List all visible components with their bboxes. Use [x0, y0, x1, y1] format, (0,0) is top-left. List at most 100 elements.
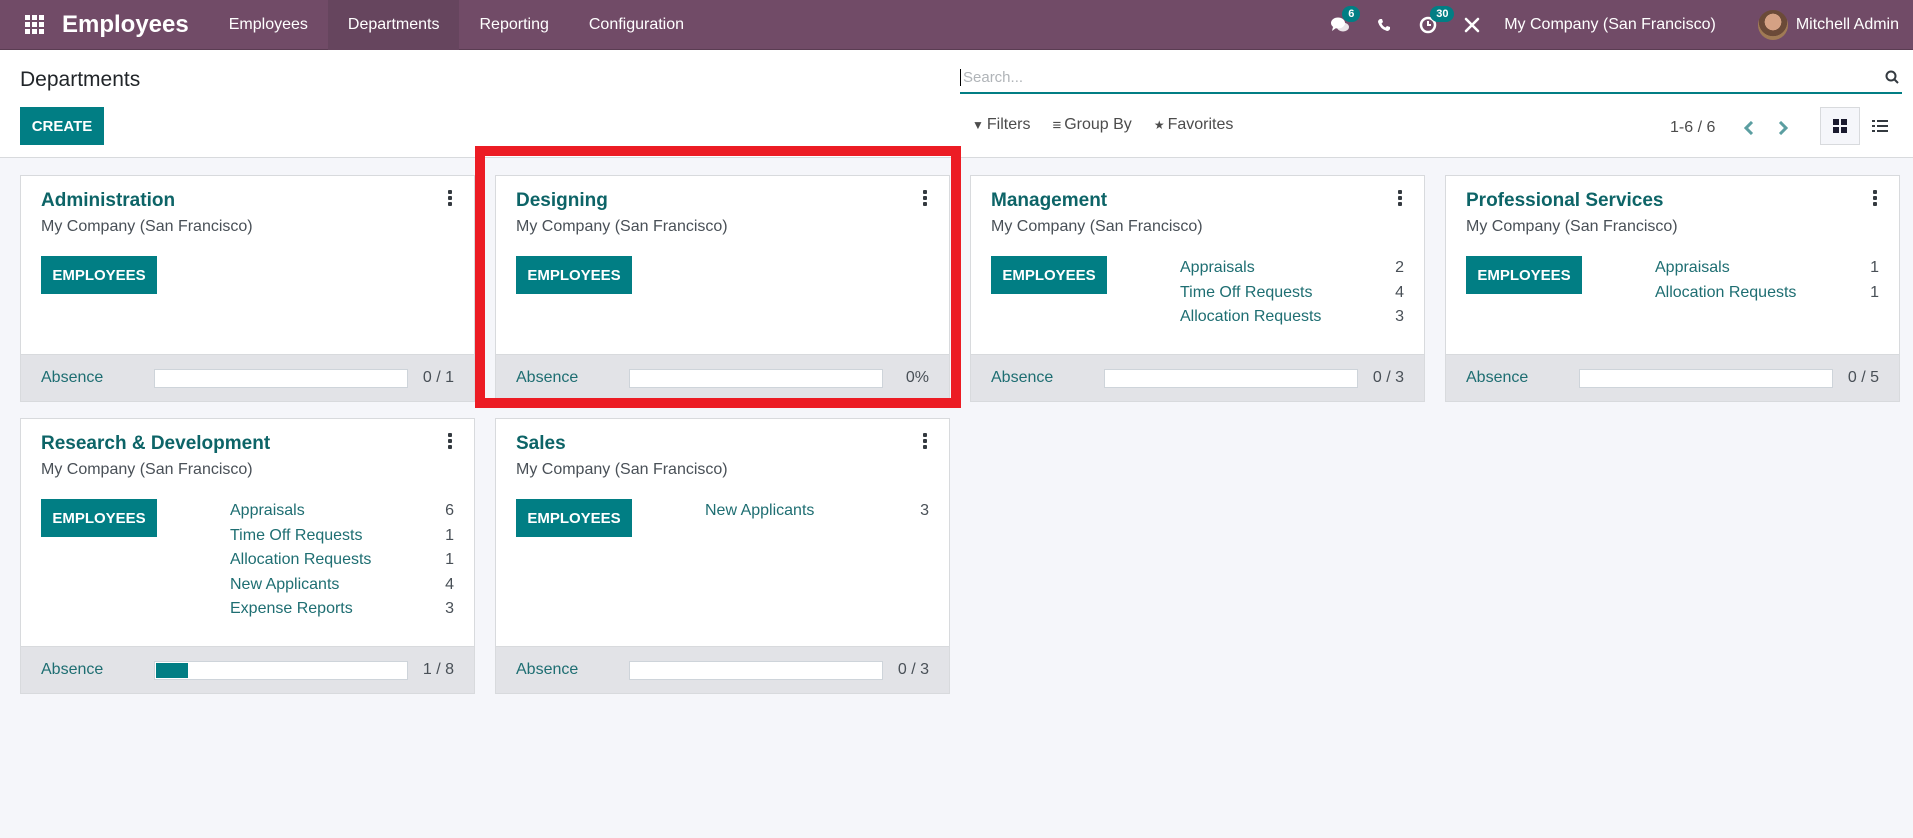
search-input[interactable] [960, 68, 1882, 86]
card-menu-button[interactable] [444, 188, 456, 208]
stat-label: New Applicants [705, 502, 815, 519]
apps-grid-icon [24, 15, 44, 34]
employees-button[interactable]: EMPLOYEES [516, 499, 632, 537]
employees-button[interactable]: EMPLOYEES [1466, 256, 1582, 294]
absence-section: Absence 0 / 3 [496, 646, 949, 693]
stat-item[interactable]: Appraisals 1 [1655, 256, 1879, 281]
star-icon: ★ [1153, 118, 1165, 132]
stat-item[interactable]: New Applicants 3 [705, 499, 929, 524]
pager-previous-button[interactable] [1739, 116, 1759, 140]
stat-item[interactable]: Allocation Requests 1 [230, 548, 454, 573]
favorites-button[interactable]: ★ Favorites [1154, 116, 1234, 134]
card-menu-button[interactable] [919, 431, 931, 451]
department-company: My Company (San Francisco) [516, 461, 728, 478]
stat-item[interactable]: Appraisals 6 [230, 499, 454, 524]
card-menu-button[interactable] [919, 188, 931, 208]
pager-next-button[interactable] [1773, 116, 1793, 140]
phone-button[interactable] [1362, 0, 1406, 50]
stat-label: Time Off Requests [1180, 283, 1313, 301]
card-menu-button[interactable] [444, 431, 456, 451]
absence-label[interactable]: Absence [991, 369, 1104, 387]
department-card[interactable]: Management My Company (San Francisco) EM… [970, 175, 1425, 402]
stat-item[interactable]: Expense Reports 3 [230, 597, 454, 622]
department-company: My Company (San Francisco) [991, 218, 1203, 235]
activities-button[interactable]: 30 [1406, 0, 1455, 50]
stat-item[interactable]: Allocation Requests 1 [1655, 281, 1879, 306]
stat-item[interactable]: New Applicants 4 [230, 573, 454, 598]
messages-button[interactable]: 6 [1318, 0, 1362, 50]
group-by-label: Group By [1064, 116, 1132, 133]
absence-value: 0% [905, 369, 929, 386]
menu-configuration[interactable]: Configuration [569, 0, 704, 50]
department-name[interactable]: Professional Services [1466, 190, 1879, 212]
create-button[interactable]: CREATE [20, 107, 104, 145]
stat-label: Allocation Requests [230, 551, 372, 568]
search-bar [960, 62, 1902, 94]
absence-section: Absence 0 / 5 [1446, 354, 1899, 401]
absence-label[interactable]: Absence [41, 369, 154, 387]
stat-item[interactable]: Time Off Requests 1 [230, 524, 454, 549]
stat-count: 1 [445, 551, 454, 568]
absence-progress-bar [629, 660, 883, 680]
department-card[interactable]: Sales My Company (San Francisco) EMPLOYE… [495, 418, 950, 694]
department-name[interactable]: Designing [516, 190, 929, 212]
absence-label[interactable]: Absence [516, 661, 629, 679]
department-card[interactable]: Research & Development My Company (San F… [20, 418, 475, 694]
app-brand[interactable]: Employees [62, 11, 189, 39]
absence-progress-bar [1104, 368, 1358, 388]
employees-button[interactable]: EMPLOYEES [41, 256, 157, 294]
search-icon [1885, 70, 1899, 84]
employees-button[interactable]: EMPLOYEES [41, 499, 157, 537]
chevron-left-icon [1744, 121, 1754, 135]
stat-count: 4 [445, 575, 454, 593]
absence-value: 0 / 3 [897, 661, 929, 678]
employees-button[interactable]: EMPLOYEES [991, 256, 1107, 294]
absence-label[interactable]: Absence [41, 661, 154, 679]
debug-button[interactable] [1450, 0, 1494, 50]
department-company: My Company (San Francisco) [41, 461, 253, 478]
stat-count: 1 [1870, 283, 1879, 301]
top-navbar: Employees Employees Departments Reportin… [0, 0, 1913, 50]
pager-value[interactable]: 1-6 / 6 [1670, 119, 1715, 137]
chevron-right-icon [1779, 121, 1789, 135]
user-name: Mitchell Admin [1795, 16, 1899, 33]
kebab-icon [1873, 190, 1877, 194]
department-name[interactable]: Management [991, 190, 1404, 212]
department-name[interactable]: Sales [516, 433, 929, 455]
card-menu-button[interactable] [1869, 188, 1881, 208]
stat-item[interactable]: Time Off Requests 4 [1180, 281, 1404, 306]
absence-label[interactable]: Absence [1466, 369, 1579, 387]
menu-reporting[interactable]: Reporting [459, 0, 568, 50]
stat-count: 2 [1395, 259, 1404, 276]
department-card[interactable]: Designing My Company (San Francisco) EMP… [495, 175, 950, 402]
menu-employees[interactable]: Employees [209, 0, 328, 50]
employees-button[interactable]: EMPLOYEES [516, 256, 632, 294]
list-view-button[interactable] [1860, 107, 1900, 145]
department-name[interactable]: Research & Development [41, 433, 454, 455]
filters-button[interactable]: ▼ Filters [972, 116, 1030, 134]
department-company: My Company (San Francisco) [41, 218, 253, 235]
card-menu-button[interactable] [1394, 188, 1406, 208]
stat-item[interactable]: Allocation Requests 3 [1180, 305, 1404, 330]
stat-count: 3 [1395, 308, 1404, 325]
stat-count: 3 [920, 502, 929, 519]
stat-label: New Applicants [230, 575, 340, 593]
group-by-icon: ≡ [1052, 116, 1062, 134]
stat-count: 6 [445, 502, 454, 519]
department-card[interactable]: Administration My Company (San Francisco… [20, 175, 475, 402]
absence-label[interactable]: Absence [516, 369, 629, 387]
stat-item[interactable]: Appraisals 2 [1180, 256, 1404, 281]
search-button[interactable] [1882, 67, 1902, 87]
company-switcher[interactable]: My Company (San Francisco) [1494, 16, 1736, 34]
department-name[interactable]: Administration [41, 190, 454, 212]
kanban-view-button[interactable] [1820, 107, 1860, 145]
department-company: My Company (San Francisco) [1466, 218, 1678, 235]
apps-menu-button[interactable] [14, 0, 54, 50]
absence-progress-bar [154, 660, 408, 680]
menu-departments[interactable]: Departments [327, 0, 460, 50]
absence-value: 0 / 5 [1847, 369, 1879, 386]
department-card[interactable]: Professional Services My Company (San Fr… [1445, 175, 1900, 402]
absence-value: 0 / 1 [422, 369, 454, 386]
group-by-button[interactable]: ≡ Group By [1052, 116, 1131, 134]
user-menu[interactable]: Mitchell Admin [1757, 10, 1913, 40]
